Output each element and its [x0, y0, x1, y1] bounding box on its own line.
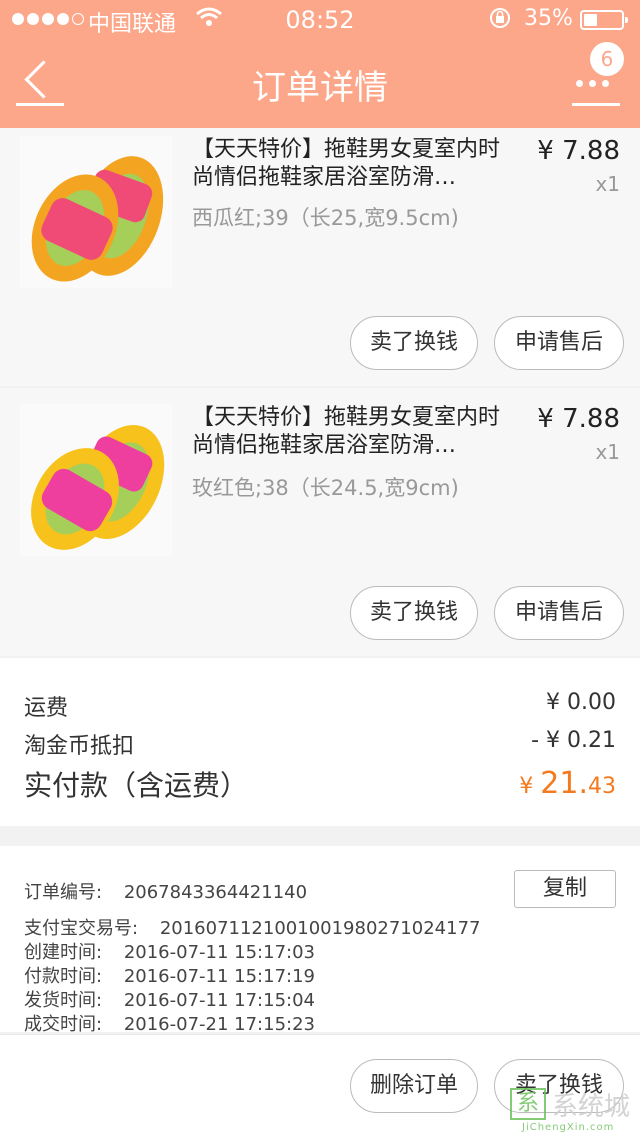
price-summary: 运费 ¥ 0.00 淘金币抵扣 - ¥ 0.21 实付款（含运费） ¥ 21.4…: [0, 658, 640, 826]
deal-time: 2016-07-21 17:15:23: [123, 1014, 315, 1035]
order-number-label: 订单编号:: [24, 882, 103, 903]
coin-label: 淘金币抵扣: [24, 734, 135, 759]
top-bar: 中国联通 08:52 35% 订单详情 6: [0, 0, 640, 128]
deal-label: 成交时间:: [24, 1014, 103, 1035]
paid-currency: ¥: [519, 774, 534, 799]
product-title[interactable]: 【天天特价】拖鞋男女夏室内时尚情侣拖鞋家居浴室防滑…: [192, 136, 518, 192]
paid-decimal: 43: [588, 774, 616, 799]
product-price: ¥ 7.88: [537, 136, 620, 166]
watermark-url: JiChengXin.com: [522, 1122, 615, 1133]
after-sales-button[interactable]: 申请售后: [494, 586, 624, 640]
rotation-lock-icon: [488, 6, 512, 36]
after-sales-button[interactable]: 申请售后: [494, 316, 624, 370]
product-image[interactable]: [20, 404, 172, 556]
created-label: 创建时间:: [24, 942, 103, 963]
paid-label: 实付款（含运费）: [24, 769, 249, 802]
paid-time-label: 付款时间:: [24, 966, 103, 987]
status-bar: 中国联通 08:52 35%: [0, 0, 640, 40]
shipped-time: 2016-07-11 17:15:04: [123, 990, 315, 1011]
sell-for-cash-button[interactable]: 卖了换钱: [350, 316, 478, 370]
watermark-logo-icon: 系: [510, 1088, 546, 1120]
order-number-row: 订单编号: 2067843364421140: [24, 878, 307, 904]
paid-time-row: 付款时间: 2016-07-11 15:17:19: [24, 962, 315, 988]
copy-button[interactable]: 复制: [514, 870, 616, 908]
product-spec: 西瓜红;39（长25,宽9.5cm): [192, 206, 459, 230]
order-item: 【天天特价】拖鞋男女夏室内时尚情侣拖鞋家居浴室防滑… ¥ 7.88 x1 西瓜红…: [0, 128, 640, 386]
delete-order-button[interactable]: 删除订单: [350, 1059, 478, 1113]
watermark-text: 系统城: [552, 1092, 631, 1122]
shipping-value: ¥ 0.00: [546, 690, 616, 715]
page-title: 订单详情: [252, 68, 388, 108]
deal-row: 成交时间: 2016-07-21 17:15:23: [24, 1010, 315, 1036]
alipay-row: 支付宝交易号: 2016071121001001980271024177: [24, 914, 480, 940]
alipay-number: 2016071121001001980271024177: [159, 918, 481, 939]
order-info: 订单编号: 2067843364421140 复制 支付宝交易号: 201607…: [0, 846, 640, 1035]
shipping-row: 运费 ¥ 0.00: [24, 690, 616, 722]
site-watermark: 系 系统城 JiChengXin.com: [500, 1084, 640, 1136]
product-quantity: x1: [595, 440, 620, 464]
product-image[interactable]: [20, 136, 172, 288]
product-spec: 玫红色;38（长24.5,宽9cm): [192, 476, 459, 500]
paid-time: 2016-07-11 15:17:19: [123, 966, 315, 987]
product-quantity: x1: [595, 172, 620, 196]
message-count-badge: 6: [590, 42, 624, 76]
battery-icon: [580, 10, 628, 30]
shipped-label: 发货时间:: [24, 990, 103, 1011]
created-time: 2016-07-11 15:17:03: [123, 942, 315, 963]
paid-amount: ¥ 21.43: [519, 766, 616, 801]
coin-value: - ¥ 0.21: [531, 728, 616, 753]
product-title[interactable]: 【天天特价】拖鞋男女夏室内时尚情侣拖鞋家居浴室防滑…: [192, 404, 518, 460]
more-dots-icon: [576, 80, 609, 87]
order-number: 2067843364421140: [123, 882, 308, 903]
battery-percent: 35%: [524, 6, 573, 31]
shipped-row: 发货时间: 2016-07-11 17:15:04: [24, 986, 315, 1012]
sell-for-cash-button[interactable]: 卖了换钱: [350, 586, 478, 640]
created-row: 创建时间: 2016-07-11 15:17:03: [24, 938, 315, 964]
shipping-label: 运费: [24, 696, 69, 721]
order-item: 【天天特价】拖鞋男女夏室内时尚情侣拖鞋家居浴室防滑… ¥ 7.88 x1 玫红色…: [0, 388, 640, 656]
coin-deduction-row: 淘金币抵扣 - ¥ 0.21: [24, 728, 616, 760]
product-price: ¥ 7.88: [537, 404, 620, 434]
alipay-label: 支付宝交易号:: [24, 918, 139, 939]
paid-integer: 21.: [540, 766, 588, 801]
nav-bar: 订单详情: [0, 40, 640, 128]
paid-row: 实付款（含运费） ¥ 21.43: [24, 764, 616, 804]
